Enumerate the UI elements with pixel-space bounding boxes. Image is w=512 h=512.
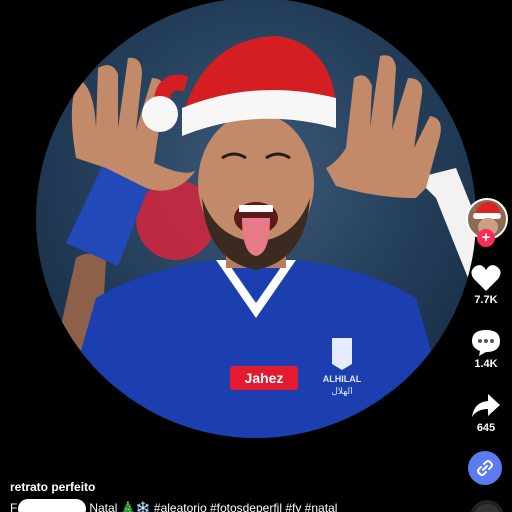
comment-button[interactable]: 1.4K — [460, 328, 512, 370]
caption-start: F — [10, 501, 18, 512]
jersey-sponsor-text: Jahez — [245, 370, 284, 386]
video-screen[interactable]: Jahez ALHILAL الهلال + 7.7K 1.4K 645 ret… — [0, 0, 512, 512]
share-count: 645 — [476, 422, 496, 434]
heart-icon — [471, 265, 501, 291]
share-button[interactable]: 645 — [460, 392, 512, 434]
club-text: ALHILAL — [323, 374, 362, 384]
caption-hashtags: Natal 🎄❄️ #aleatorio #fotosdeperfil #fy … — [89, 501, 338, 512]
profile-photo-circle: Jahez ALHILAL الهلال — [36, 0, 476, 438]
overlay-pill[interactable] — [18, 499, 86, 512]
club-text-arabic: الهلال — [331, 387, 352, 397]
comment-count: 1.4K — [474, 358, 498, 370]
comment-icon — [472, 330, 500, 356]
link-button[interactable] — [468, 451, 502, 485]
action-rail — [452, 0, 512, 512]
share-icon — [472, 394, 500, 417]
link-icon — [477, 460, 493, 476]
portrait-illustration: Jahez ALHILAL الهلال — [36, 36, 476, 438]
follow-button[interactable]: + — [477, 229, 495, 247]
like-button[interactable]: 7.7K — [460, 264, 512, 306]
like-count: 7.7K — [474, 294, 498, 306]
post-title: retrato perfeito — [10, 480, 96, 494]
